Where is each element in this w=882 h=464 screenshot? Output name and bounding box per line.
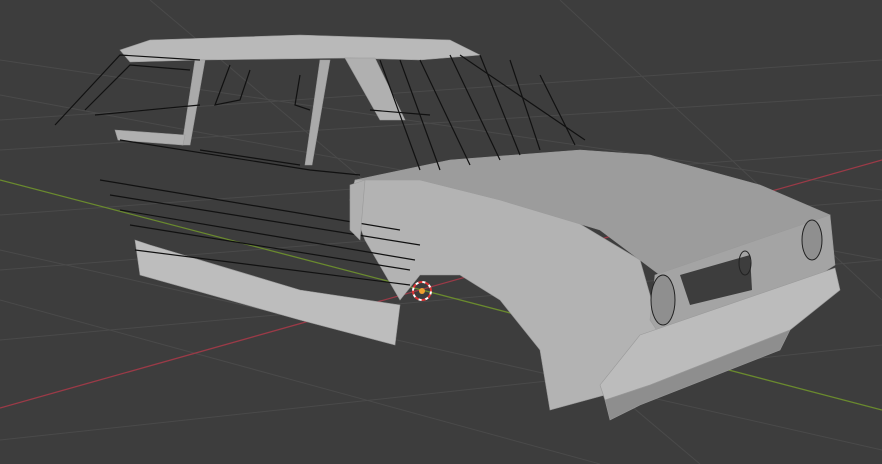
headlight-left <box>650 274 676 326</box>
3d-viewport[interactable] <box>0 0 882 464</box>
headlight-right <box>801 219 823 261</box>
